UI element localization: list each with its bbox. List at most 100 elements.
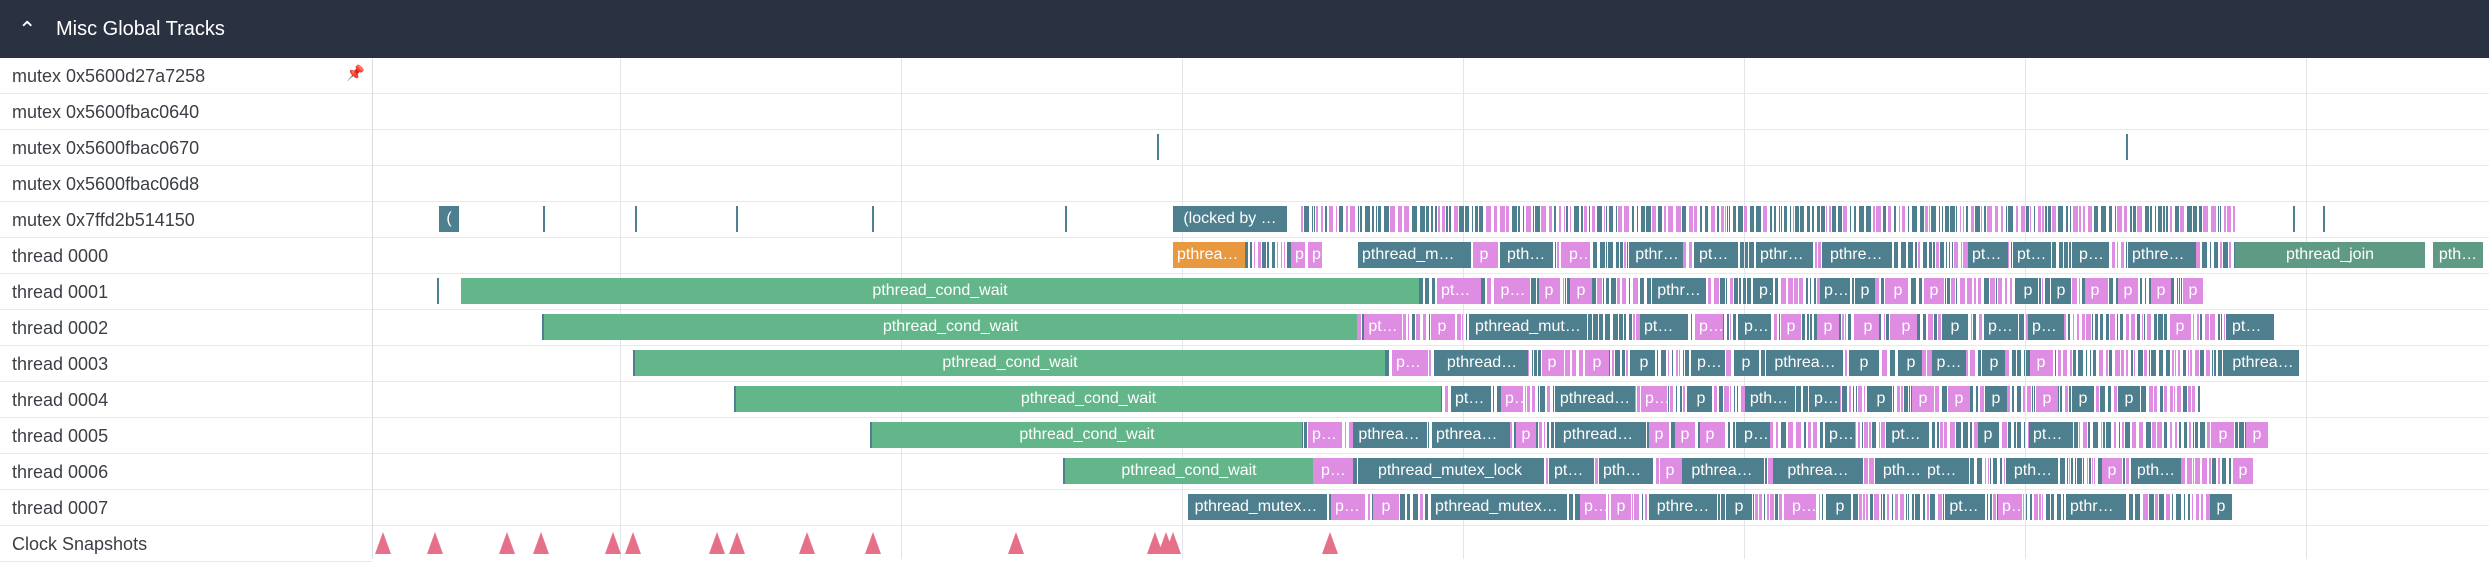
trace-slice[interactable]: p… (1740, 314, 1770, 340)
trace-slice[interactable] (1412, 206, 1417, 232)
trace-slice[interactable] (1818, 242, 1821, 268)
trace-slice[interactable] (1892, 494, 1893, 520)
trace-slice[interactable] (1459, 206, 1464, 232)
trace-slice[interactable] (1884, 314, 1885, 340)
trace-slice[interactable] (2293, 206, 2295, 232)
trace-slice[interactable]: p (2030, 350, 2052, 376)
trace-slice[interactable] (1641, 206, 1645, 232)
trace-slice[interactable] (2206, 350, 2210, 376)
trace-slice[interactable] (1765, 458, 1767, 484)
trace-slice[interactable]: pth… (1875, 458, 1929, 484)
trace-slice[interactable] (1523, 206, 1524, 232)
trace-slice[interactable] (2034, 386, 2035, 412)
trace-slice[interactable] (1996, 278, 1997, 304)
trace-slice[interactable] (1608, 494, 1609, 520)
trace-slice[interactable]: pth… (2008, 458, 2058, 484)
trace-slice[interactable] (2179, 422, 2181, 448)
track-lane[interactable] (373, 58, 2489, 94)
trace-slice[interactable] (1810, 278, 1811, 304)
trace-slice[interactable] (1918, 242, 1920, 268)
trace-slice[interactable] (1620, 242, 1623, 268)
trace-slice[interactable] (1794, 278, 1798, 304)
trace-slice[interactable] (2200, 350, 2204, 376)
trace-slice[interactable] (1901, 386, 1903, 412)
trace-slice[interactable]: pthre… (1649, 494, 1717, 520)
trace-slice[interactable] (2004, 458, 2005, 484)
trace-slice[interactable] (1779, 314, 1780, 340)
trace-slice[interactable] (1400, 494, 1405, 520)
trace-slice[interactable] (1723, 350, 1725, 376)
trace-slice[interactable] (2096, 386, 2099, 412)
trace-slice[interactable] (2196, 242, 2200, 268)
trace-slice[interactable] (1420, 494, 1423, 520)
trace-slice[interactable] (1893, 386, 1894, 412)
trace-slice[interactable] (1842, 386, 1847, 412)
trace-slice[interactable] (2137, 314, 2140, 340)
trace-slice[interactable] (1744, 206, 1747, 232)
trace-slice[interactable] (1429, 314, 1430, 340)
trace-slice[interactable]: p… (1820, 278, 1850, 304)
trace-slice[interactable]: pth… (2433, 242, 2483, 268)
chevron-up-icon[interactable]: ⌃ (18, 20, 44, 42)
trace-slice[interactable] (2170, 422, 2172, 448)
track-label-row[interactable]: thread 0002 (0, 310, 372, 346)
trace-slice[interactable] (2229, 242, 2231, 268)
trace-slice[interactable]: p (1983, 350, 2005, 376)
trace-slice[interactable] (1933, 242, 1935, 268)
trace-slice[interactable] (1604, 206, 1605, 232)
trace-slice[interactable] (2121, 242, 2124, 268)
track-label-row[interactable]: mutex 0x5600d27a7258 📌 (0, 58, 372, 94)
trace-slice[interactable] (1683, 386, 1685, 412)
trace-slice[interactable] (2211, 206, 2216, 232)
trace-slice[interactable]: p (1585, 350, 1609, 376)
trace-slice[interactable] (1945, 278, 1946, 304)
trace-slice[interactable] (1350, 206, 1355, 232)
trace-slice[interactable] (1534, 350, 1537, 376)
trace-slice[interactable] (1538, 350, 1541, 376)
trace-slice[interactable] (1466, 314, 1467, 340)
trace-slice[interactable] (2164, 314, 2167, 340)
trace-slice[interactable] (2039, 278, 2041, 304)
trace-slice[interactable] (1730, 386, 1731, 412)
trace-slice[interactable] (1629, 278, 1630, 304)
trace-slice[interactable] (2131, 314, 2135, 340)
trace-slice[interactable] (1937, 422, 1939, 448)
trace-slice[interactable] (1518, 206, 1520, 232)
trace-slice[interactable] (1960, 278, 1965, 304)
trace-slice[interactable] (1539, 422, 1542, 448)
trace-slice[interactable] (1988, 458, 1989, 484)
trace-slice[interactable] (1316, 206, 1318, 232)
trace-slice[interactable] (1923, 494, 1925, 520)
trace-slice[interactable] (1894, 206, 1896, 232)
trace-slice[interactable] (1852, 278, 1854, 304)
trace-slice[interactable] (1588, 314, 1592, 340)
trace-slice[interactable] (1819, 494, 1820, 520)
trace-slice[interactable] (1737, 386, 1738, 412)
trace-slice[interactable] (1589, 242, 1590, 268)
trace-slice[interactable] (2164, 422, 2167, 448)
trace-slice[interactable] (1858, 422, 1860, 448)
trace-slice[interactable] (1854, 206, 1856, 232)
trace-slice[interactable] (2032, 386, 2033, 412)
trace-slice[interactable] (1908, 242, 1913, 268)
trace-slice[interactable] (1711, 206, 1715, 232)
clock-snapshot-marker[interactable] (1322, 532, 1338, 554)
trace-slice[interactable] (2066, 206, 2068, 232)
trace-slice[interactable] (1435, 206, 1437, 232)
trace-slice[interactable] (2126, 134, 2128, 160)
trace-slice[interactable] (1949, 242, 1950, 268)
trace-slice[interactable] (1902, 206, 1905, 232)
trace-slice[interactable] (1494, 206, 1497, 232)
trace-slice[interactable] (1403, 314, 1406, 340)
trace-slice[interactable] (2149, 386, 2153, 412)
trace-slice[interactable]: pth… (1984, 314, 2018, 340)
trace-slice[interactable]: p… (1932, 350, 1966, 376)
trace-slice[interactable] (2100, 314, 2103, 340)
trace-slice[interactable] (1943, 494, 1944, 520)
trace-slice[interactable] (1617, 278, 1620, 304)
trace-slice[interactable] (1990, 458, 1991, 484)
trace-slice[interactable] (1624, 242, 1626, 268)
trace-slice[interactable] (1790, 206, 1791, 232)
trace-slice[interactable] (1065, 206, 1067, 232)
trace-slice[interactable]: p (1373, 494, 1399, 520)
